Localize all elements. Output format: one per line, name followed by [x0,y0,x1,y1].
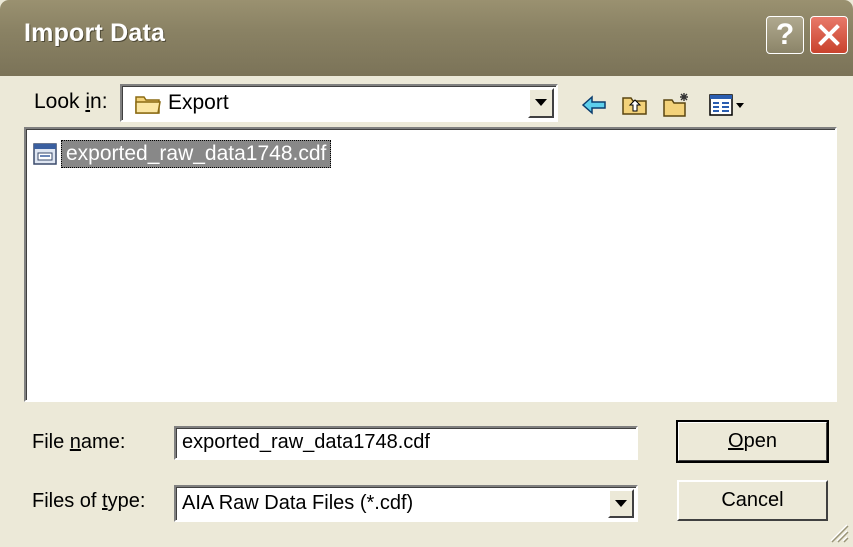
back-arrow-icon [581,95,606,115]
close-icon [818,24,840,46]
open-button[interactable]: Open [676,420,829,463]
file-list[interactable]: exported_raw_data1748.cdf [24,127,837,402]
look-in-value: Export [168,91,229,114]
chevron-down-icon [535,99,547,106]
close-button[interactable] [810,16,848,54]
data-file-icon [33,143,57,165]
new-folder-button[interactable] [660,88,694,122]
file-list-item[interactable]: exported_raw_data1748.cdf [32,139,332,169]
view-menu-icon [709,94,744,116]
file-type-label: Files of type: [32,490,146,512]
file-type-value: AIA Raw Data Files (*.cdf) [182,492,414,514]
open-button-label: Open [728,430,777,452]
up-one-level-button[interactable] [618,88,652,122]
chevron-down-icon [615,499,627,507]
resize-grip-icon[interactable] [827,521,849,543]
file-name-text: exported_raw_data1748.cdf [61,140,332,168]
look-in-dropdown[interactable]: Export [120,84,558,122]
file-name-input[interactable]: exported_raw_data1748.cdf [174,426,638,460]
file-type-dropdown-button[interactable] [608,489,634,518]
view-menu-button[interactable] [706,88,748,122]
title-bar[interactable]: Import Data ? [0,0,853,76]
look-in-dropdown-button[interactable] [528,88,554,118]
help-button[interactable]: ? [766,16,804,54]
new-folder-icon [663,93,688,117]
look-in-label: Look in: [34,90,108,113]
back-button[interactable] [577,88,611,122]
up-folder-icon [622,97,647,115]
cancel-button[interactable]: Cancel [677,480,828,521]
help-icon: ? [775,18,795,51]
cancel-button-label: Cancel [721,489,784,511]
window-title: Import Data [24,19,166,47]
import-data-dialog: Import Data ? Look in: Export exported_r… [0,0,853,547]
file-type-dropdown[interactable]: AIA Raw Data Files (*.cdf) [174,485,638,522]
folder-icon [135,96,161,114]
file-name-label: File name: [32,431,126,453]
